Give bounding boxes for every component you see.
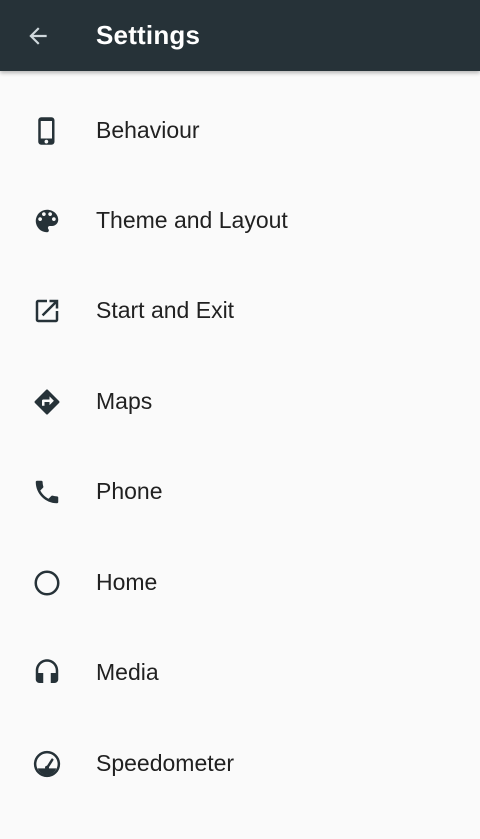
speedometer-icon [32,749,62,779]
settings-item-label: Home [96,569,158,595]
app-bar: Settings [0,0,480,71]
settings-item-home[interactable]: Home [0,537,480,627]
phone-device-icon [32,116,62,146]
settings-item-phone[interactable]: Phone [0,446,480,536]
settings-item-label: Behaviour [96,117,200,143]
phone-call-icon [32,477,62,507]
settings-item-maps[interactable]: Maps [0,356,480,446]
settings-item-theme-and-layout[interactable]: Theme and Layout [0,175,480,265]
settings-item-label: Phone [96,478,163,504]
back-button[interactable] [16,14,60,58]
headphones-icon [32,658,62,688]
settings-item-start-and-exit[interactable]: Start and Exit [0,265,480,355]
settings-item-media[interactable]: Media [0,627,480,717]
settings-item-label: Start and Exit [96,297,235,323]
settings-item-label: Maps [96,388,153,414]
settings-list: Behaviour Theme and Layout Start and Exi… [0,71,480,839]
arrow-back-icon [25,23,51,49]
settings-item-label: Speedometer [96,750,235,776]
palette-icon [32,206,62,236]
open-in-new-icon [32,296,62,326]
page-title: Settings [96,20,201,50]
directions-icon [32,387,62,417]
settings-item-behaviour[interactable]: Behaviour [0,85,480,175]
settings-item-label: Theme and Layout [96,207,288,233]
settings-item-label: Media [96,659,159,685]
circle-icon [32,568,62,598]
settings-item-speedometer[interactable]: Speedometer [0,718,480,808]
